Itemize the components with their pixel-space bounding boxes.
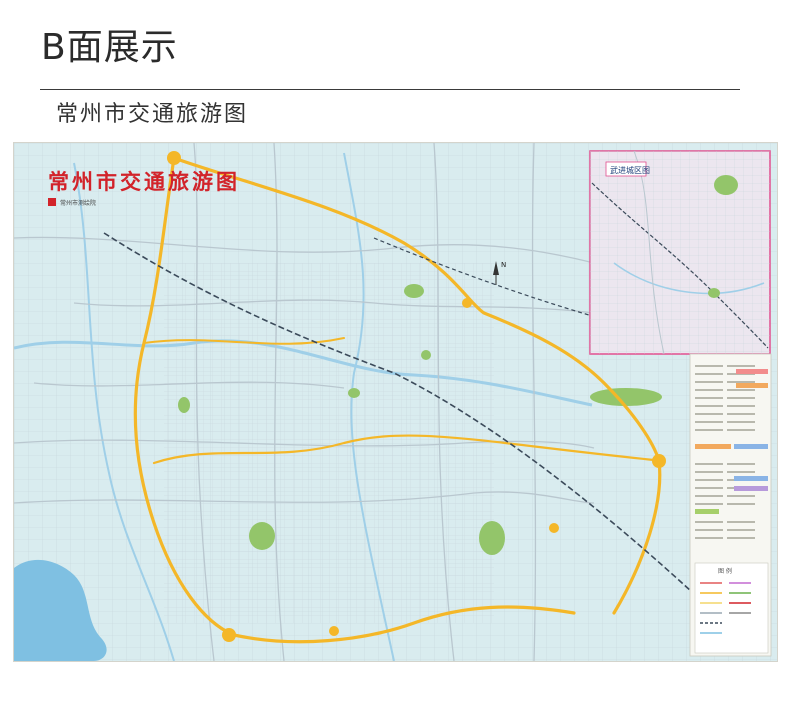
park — [404, 284, 424, 298]
compass-north-label: N — [501, 261, 506, 269]
inset-map: 武进城区图 — [589, 150, 771, 355]
page-subheading: 常州市交通旅游图 — [56, 102, 249, 127]
park — [421, 350, 431, 360]
park — [590, 388, 662, 406]
legend-panel: 图 例 — [689, 353, 772, 657]
heading-divider — [40, 89, 740, 90]
park — [479, 521, 505, 555]
publisher-name: 常州市测绘院 — [60, 199, 96, 207]
city-map: 常州市交通旅游图 常州市测绘院 N 武进城区图 图 例 — [14, 143, 777, 661]
inset-map-title: 武进城区图 — [610, 165, 650, 175]
urban-grid — [164, 263, 494, 623]
map-canvas: 常州市交通旅游图 常州市测绘院 N 武进城区图 图 例 — [14, 143, 777, 661]
map-title: 常州市交通旅游图 — [48, 169, 240, 194]
park — [348, 388, 360, 398]
park — [178, 397, 190, 413]
publisher-logo — [48, 198, 56, 206]
legend-title: 图 例 — [718, 567, 732, 575]
page-heading: B面展示 — [41, 27, 178, 68]
park — [249, 522, 275, 550]
